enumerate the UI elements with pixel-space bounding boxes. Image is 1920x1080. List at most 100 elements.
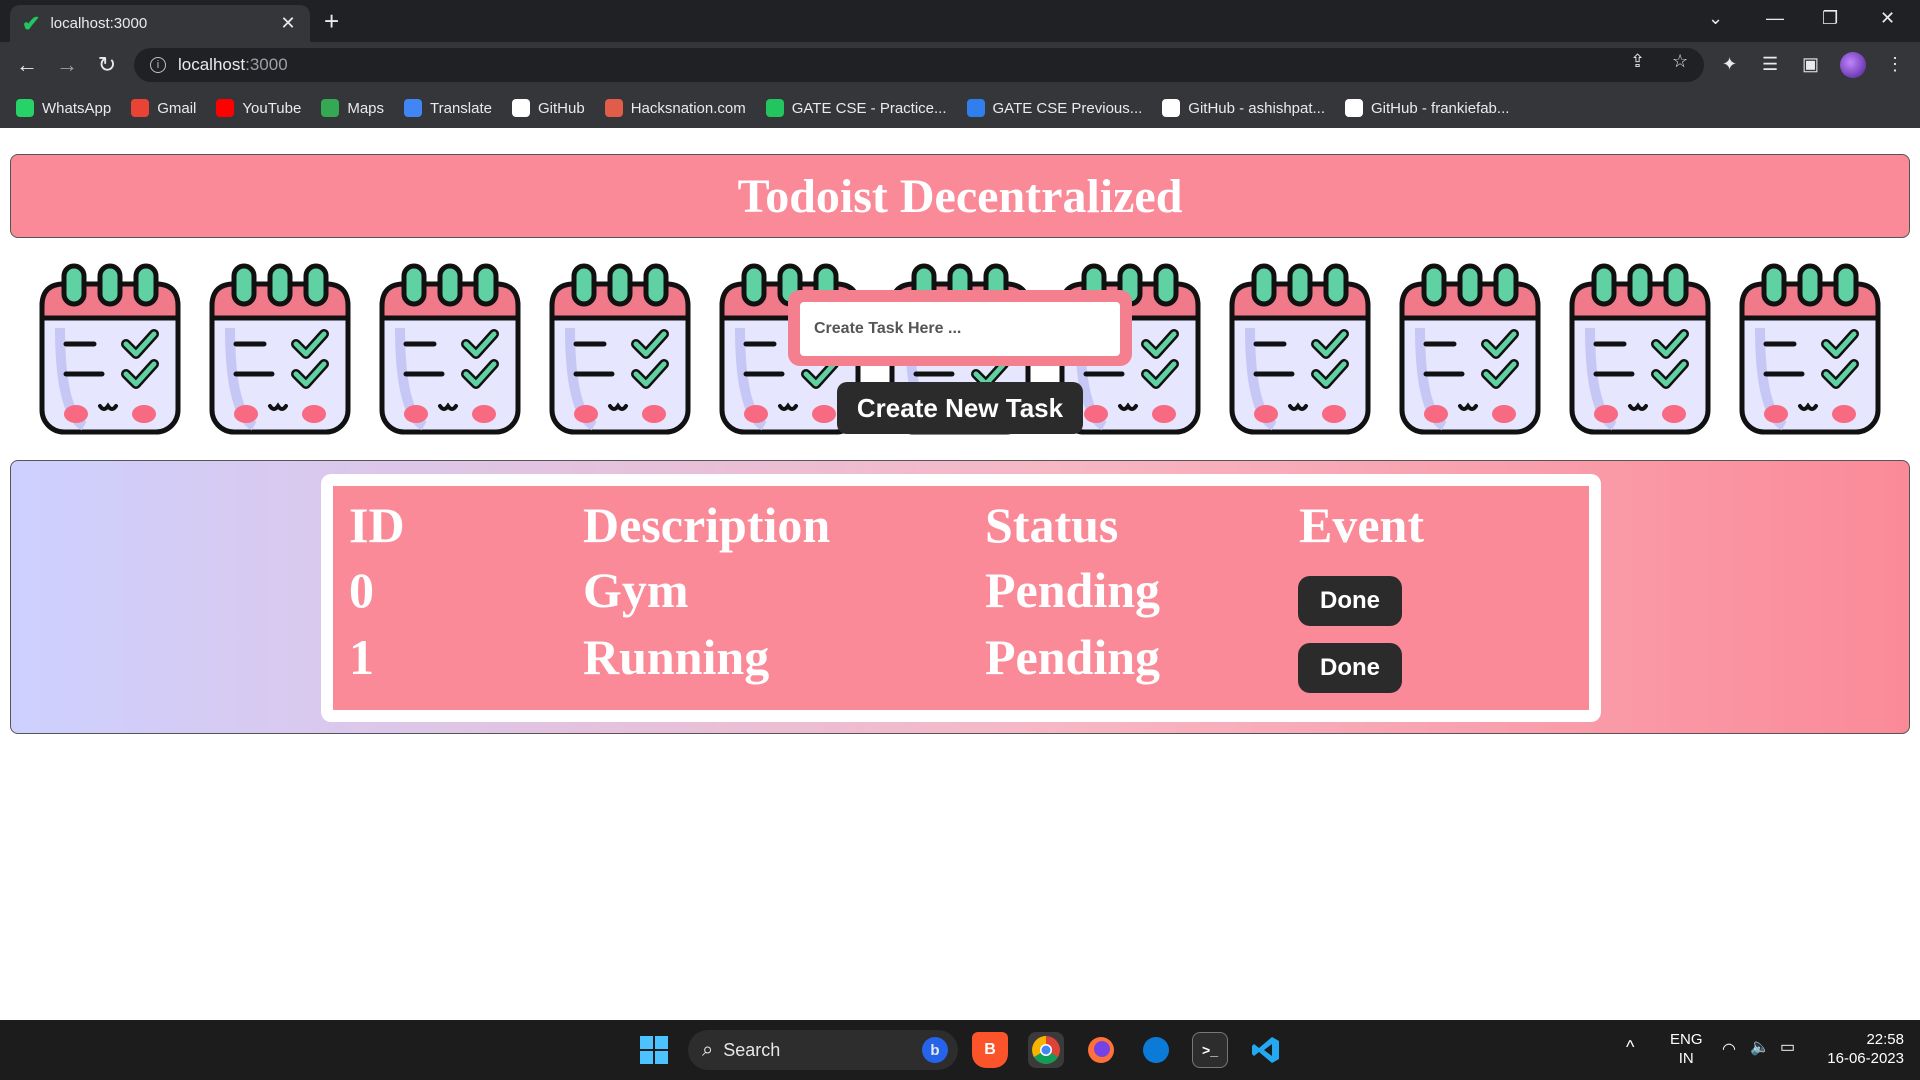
volume-icon[interactable]: 🔈 <box>1750 1038 1770 1057</box>
terminal-icon[interactable]: >_ <box>1192 1032 1228 1068</box>
url-text: localhost:3000 <box>178 55 288 74</box>
profile-avatar[interactable] <box>1840 52 1866 78</box>
bing-icon: b <box>922 1037 948 1063</box>
row-1-status: Pending <box>985 629 1161 685</box>
vscode-icon[interactable] <box>1248 1032 1284 1068</box>
bookmark-label: GitHub <box>538 99 585 117</box>
bookmark-label: Translate <box>430 99 492 117</box>
calendar-checklist-icon <box>38 262 182 436</box>
task-table: ID Description Status Event 0 Gym Pendin… <box>321 474 1601 722</box>
browser-tabstrip: ✔ localhost:3000 ✕ + ⌄ — ❐ ✕ <box>0 0 1920 42</box>
bookmark-label: Gmail <box>157 99 197 117</box>
edge-icon[interactable] <box>1138 1032 1174 1068</box>
bookmark-label: YouTube <box>242 99 302 117</box>
header-event: Event <box>1299 497 1424 553</box>
bookmark-item[interactable]: GitHub - ashishpat... <box>1162 99 1325 117</box>
close-tab-icon[interactable]: ✕ <box>278 13 298 34</box>
site-info-icon[interactable]: i <box>150 57 166 73</box>
gate-practice-icon <box>765 99 784 117</box>
reading-list-icon[interactable]: ☰ <box>1762 54 1778 75</box>
browser-tab[interactable]: ✔ localhost:3000 ✕ <box>10 5 310 42</box>
bookmark-star-icon[interactable]: ☆ <box>1672 51 1688 72</box>
tab-search-icon[interactable]: ⌄ <box>1708 0 1723 36</box>
bookmark-item[interactable]: GitHub - frankiefab... <box>1345 99 1509 117</box>
clock[interactable]: 22:58 16-06-2023 <box>1820 1030 1904 1068</box>
maps-icon <box>321 99 340 117</box>
hacksnation-icon <box>604 99 623 117</box>
reload-icon[interactable]: ↻ <box>92 50 122 80</box>
forward-icon[interactable]: → <box>52 50 82 80</box>
extensions-icon[interactable]: ✦ <box>1722 54 1737 75</box>
create-task-button[interactable]: Create New Task <box>837 382 1083 434</box>
header-description: Description <box>583 497 831 553</box>
calendar-checklist-icon <box>1398 262 1542 436</box>
task-form <box>788 290 1132 366</box>
firefox-icon[interactable] <box>1083 1032 1119 1068</box>
gate-previous-icon <box>966 99 985 117</box>
bookmark-label: GitHub - ashishpat... <box>1188 99 1326 117</box>
header-status: Status <box>985 497 1119 553</box>
search-icon: ⌕ <box>702 1038 714 1061</box>
calendar-checklist-icon <box>1228 262 1372 436</box>
bookmark-item[interactable]: Maps <box>321 99 384 117</box>
bookmark-item[interactable]: YouTube <box>216 99 301 117</box>
chrome-icon[interactable] <box>1028 1032 1064 1068</box>
new-tab-button[interactable]: + <box>324 6 339 36</box>
windows-start-icon[interactable] <box>636 1032 672 1068</box>
bookmark-item[interactable]: GATE CSE Previous... <box>966 99 1143 117</box>
row-0-id: 0 <box>349 562 374 618</box>
chevron-up-icon[interactable]: ^ <box>1626 1038 1634 1057</box>
bookmark-label: Hacksnation.com <box>630 99 746 117</box>
bookmark-item[interactable]: GATE CSE - Practice... <box>765 99 947 117</box>
region-label: IN <box>1678 1050 1694 1067</box>
youtube-icon <box>216 99 235 117</box>
calendar-checklist-icon <box>378 262 522 436</box>
bookmarks-bar: WhatsApp Gmail YouTube Maps Translate GitHub H… <box>0 88 1920 128</box>
bookmark-item[interactable]: GitHub <box>512 99 585 117</box>
clock-time: 22:58 <box>1866 1031 1904 1048</box>
task-input[interactable] <box>800 302 1120 356</box>
taskbar-search-label: Search <box>723 1039 781 1060</box>
page-title: Todoist Decentralized <box>737 169 1183 223</box>
bookmark-label: WhatsApp <box>42 99 112 117</box>
bookmark-label: Maps <box>347 99 385 117</box>
back-icon[interactable]: ← <box>12 50 42 80</box>
restore-button[interactable]: ❐ <box>1822 0 1838 36</box>
brave-icon[interactable]: B <box>972 1032 1008 1068</box>
calendar-checklist-icon <box>1568 262 1712 436</box>
bookmark-item[interactable]: Gmail <box>131 99 196 117</box>
gmail-icon <box>131 99 150 117</box>
row-1-id: 1 <box>349 629 374 685</box>
calendar-checklist-icon <box>548 262 692 436</box>
close-window-button[interactable]: ✕ <box>1880 0 1895 36</box>
page-header: Todoist Decentralized <box>10 154 1910 238</box>
minimize-button[interactable]: — <box>1766 0 1784 36</box>
browser-toolbar: ← → ↻ i localhost:3000 ⇪ ☆ ✦ ☰ ▣ ⋮ <box>0 42 1920 88</box>
clock-date: 16-06-2023 <box>1827 1050 1904 1067</box>
bookmark-item[interactable]: WhatsApp <box>16 99 111 117</box>
task-table-body: ID Description Status Event 0 Gym Pendin… <box>333 486 1589 710</box>
taskbar-search[interactable]: ⌕ Search b <box>688 1030 958 1070</box>
battery-icon[interactable]: ▭ <box>1780 1038 1795 1057</box>
side-panel-icon[interactable]: ▣ <box>1802 54 1819 75</box>
header-id: ID <box>349 497 405 553</box>
bookmark-label: GitHub - frankiefab... <box>1371 99 1510 117</box>
bookmark-label: GATE CSE Previous... <box>992 99 1143 117</box>
row-0-status: Pending <box>985 562 1161 618</box>
whatsapp-icon <box>16 99 34 117</box>
language-label: ENG <box>1670 1031 1703 1048</box>
row-0-description: Gym <box>583 562 689 618</box>
check-icon: ✔ <box>22 10 41 36</box>
row-1-done-button[interactable]: Done <box>1298 643 1402 693</box>
github-icon <box>512 99 530 117</box>
menu-icon[interactable]: ⋮ <box>1886 54 1904 75</box>
wifi-icon[interactable]: ◠ <box>1722 1040 1736 1059</box>
bookmark-item[interactable]: Translate <box>404 99 492 117</box>
share-icon[interactable]: ⇪ <box>1630 51 1645 72</box>
github-icon <box>1345 99 1364 117</box>
address-bar[interactable]: i localhost:3000 <box>134 48 1704 82</box>
row-0-done-button[interactable]: Done <box>1298 576 1402 626</box>
calendar-checklist-icon <box>1738 262 1882 436</box>
language-indicator[interactable]: ENG IN <box>1670 1030 1703 1068</box>
bookmark-item[interactable]: Hacksnation.com <box>604 99 746 117</box>
